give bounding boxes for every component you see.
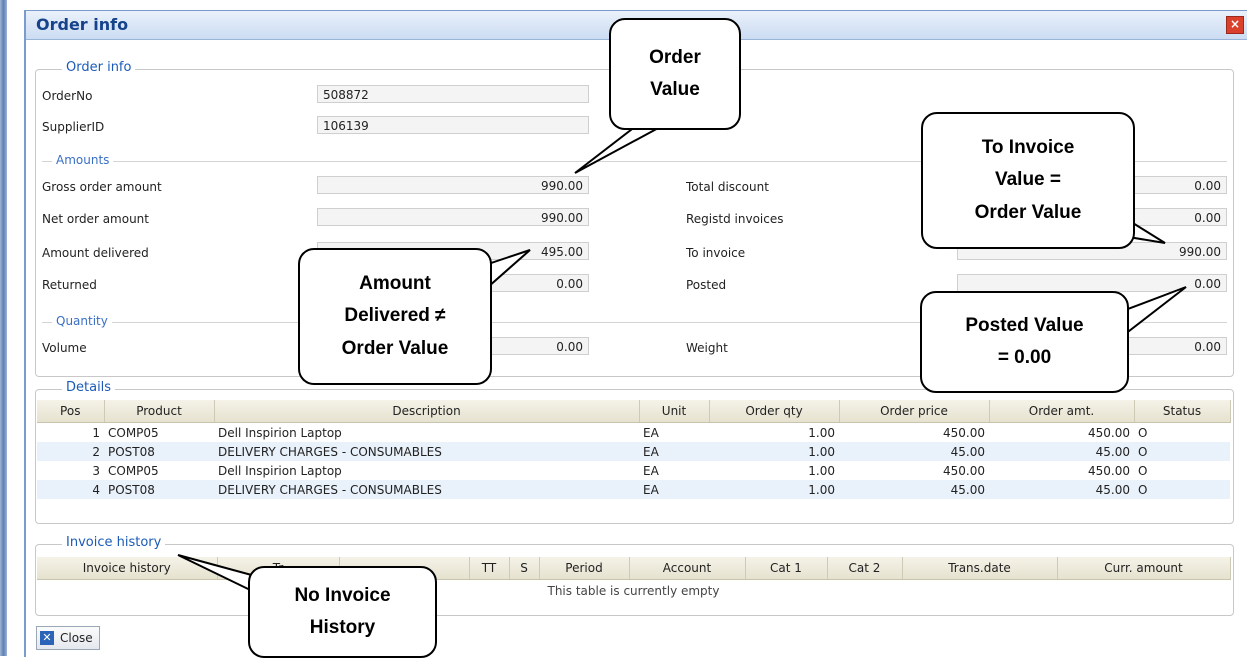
registd-invoices-label: Registd invoices — [686, 212, 784, 226]
to-invoice-label: To invoice — [686, 246, 746, 260]
cell-unit: EA — [643, 425, 659, 440]
cell-status: O — [1138, 463, 1148, 478]
amount-delivered-label: Amount delivered — [42, 246, 149, 260]
cell-product: COMP05 — [108, 463, 159, 478]
cell-status: O — [1134, 442, 1230, 461]
total-discount-label: Total discount — [686, 180, 769, 194]
col-invoice-history[interactable]: Invoice history — [37, 557, 218, 580]
invoice-history-table: Invoice history Tr TT S Period Account C… — [37, 557, 1231, 602]
callout-posted: Posted Value = 0.00 — [920, 291, 1129, 393]
volume-label: Volume — [42, 341, 87, 355]
supplier-id-field[interactable]: 106139 — [317, 116, 589, 134]
cell-order-qty: 1.00 — [709, 442, 839, 461]
col-description[interactable]: Description — [214, 400, 640, 423]
cell-order-amt: 45.00 — [989, 480, 1134, 499]
callout-order-value: Order Value — [609, 18, 741, 130]
invoice-history-header-row: Invoice history Tr TT S Period Account C… — [37, 557, 1231, 580]
cell-status: O — [1138, 425, 1148, 440]
cell-order-qty: 1.00 — [808, 425, 835, 440]
cell-description: DELIVERY CHARGES - CONSUMABLES — [214, 480, 639, 499]
cell-product: COMP05 — [108, 425, 159, 440]
table-row[interactable]: 2 POST08 DELIVERY CHARGES - CONSUMABLES … — [37, 442, 1230, 461]
col-tt[interactable]: TT — [469, 557, 510, 580]
cell-description: Dell Inspirion Laptop — [218, 425, 342, 440]
col-order-qty[interactable]: Order qty — [709, 400, 840, 423]
cell-order-amt: 45.00 — [989, 442, 1134, 461]
supplier-id-label: SupplierID — [42, 120, 105, 134]
col-product[interactable]: Product — [104, 400, 215, 423]
close-icon: ✕ — [40, 631, 54, 645]
empty-table-message: This table is currently empty — [547, 584, 720, 598]
col-status[interactable]: Status — [1134, 400, 1231, 423]
cell-unit: EA — [639, 442, 709, 461]
callout-no-invoice: No Invoice History — [248, 566, 437, 658]
dialog-title: Order info — [36, 15, 129, 34]
order-no-field[interactable]: 508872 — [317, 85, 589, 103]
callout-to-invoice: To Invoice Value = Order Value — [921, 112, 1135, 249]
callout-amount-delivered: Amount Delivered ≠ Order Value — [298, 248, 492, 385]
cell-order-price: 450.00 — [943, 463, 985, 478]
details-header-row: Pos Product Description Unit Order qty O… — [37, 400, 1231, 423]
table-row[interactable]: 3 COMP05 Dell Inspirion Laptop EA 1.00 4… — [37, 461, 1230, 480]
cell-unit: EA — [639, 480, 709, 499]
cell-product: POST08 — [104, 442, 214, 461]
quantity-legend: Quantity — [52, 314, 112, 328]
net-order-amount-label: Net order amount — [42, 212, 149, 226]
invoice-history-legend: Invoice history — [62, 535, 166, 550]
col-pos[interactable]: Pos — [37, 400, 105, 423]
cell-pos: 1 — [92, 425, 100, 440]
order-no-label: OrderNo — [42, 89, 93, 103]
gross-order-amount-label: Gross order amount — [42, 180, 162, 194]
order-info-legend: Order info — [62, 60, 136, 75]
col-unit[interactable]: Unit — [639, 400, 710, 423]
cell-order-qty: 1.00 — [709, 480, 839, 499]
col-order-amt[interactable]: Order amt. — [989, 400, 1135, 423]
cell-order-price: 450.00 — [943, 425, 985, 440]
cell-pos: 3 — [92, 463, 100, 478]
cell-order-price: 45.00 — [839, 442, 989, 461]
col-cat2[interactable]: Cat 2 — [827, 557, 903, 580]
posted-field[interactable]: 0.00 — [957, 274, 1227, 292]
details-table: Pos Product Description Unit Order qty O… — [37, 400, 1231, 499]
weight-label: Weight — [686, 341, 728, 355]
posted-label: Posted — [686, 278, 727, 292]
cell-pos: 2 — [37, 442, 104, 461]
col-curr-amount[interactable]: Curr. amount — [1057, 557, 1231, 580]
col-period[interactable]: Period — [539, 557, 630, 580]
cell-order-amt: 450.00 — [1088, 463, 1130, 478]
cell-product: POST08 — [104, 480, 214, 499]
close-button-label: Close — [60, 631, 93, 645]
close-window-icon[interactable]: × — [1226, 16, 1244, 34]
net-order-amount-field[interactable]: 990.00 — [317, 208, 589, 226]
cell-order-amt: 450.00 — [1088, 425, 1130, 440]
col-cat1[interactable]: Cat 1 — [745, 557, 828, 580]
returned-label: Returned — [42, 278, 97, 292]
left-window-edge — [0, 0, 7, 656]
close-button[interactable]: ✕ Close — [36, 626, 100, 650]
cell-description: DELIVERY CHARGES - CONSUMABLES — [214, 442, 639, 461]
cell-description: Dell Inspirion Laptop — [218, 463, 342, 478]
gross-order-amount-field[interactable]: 990.00 — [317, 176, 589, 194]
cell-status: O — [1134, 480, 1230, 499]
cell-order-qty: 1.00 — [808, 463, 835, 478]
col-order-price[interactable]: Order price — [839, 400, 990, 423]
amounts-legend: Amounts — [52, 153, 114, 167]
table-row[interactable]: 1 COMP05 Dell Inspirion Laptop EA 1.00 4… — [37, 423, 1230, 443]
col-account[interactable]: Account — [629, 557, 746, 580]
details-legend: Details — [62, 380, 116, 395]
table-row[interactable]: 4 POST08 DELIVERY CHARGES - CONSUMABLES … — [37, 480, 1230, 499]
cell-pos: 4 — [37, 480, 104, 499]
cell-unit: EA — [643, 463, 659, 478]
cell-order-price: 45.00 — [839, 480, 989, 499]
col-trans-date[interactable]: Trans.date — [902, 557, 1058, 580]
col-s[interactable]: S — [509, 557, 540, 580]
